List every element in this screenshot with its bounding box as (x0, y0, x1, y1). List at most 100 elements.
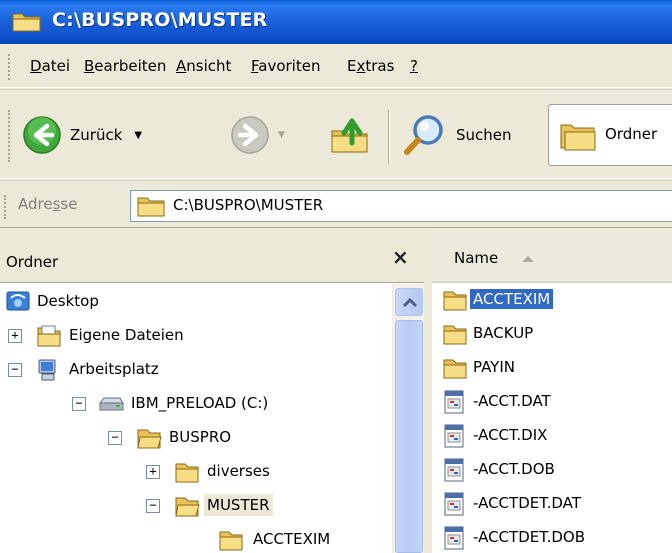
file-row-backup[interactable]: BACKUP (432, 317, 672, 351)
file-name: -ACCTDET.DOB (473, 528, 586, 546)
menu-bearbeiten[interactable]: Bearbeiten (84, 57, 166, 75)
desktop-icon (6, 291, 30, 311)
folder-up-icon (331, 118, 368, 153)
tree-label-selected: MUSTER (204, 494, 273, 516)
document-icon (444, 526, 464, 550)
menu-datei[interactable]: Datei (30, 57, 70, 75)
menu-ansicht[interactable]: Ansicht (176, 57, 231, 75)
file-name: -ACCT.DIX (473, 426, 548, 444)
document-icon (444, 458, 464, 482)
menu-help[interactable]: ? (410, 57, 418, 75)
drive-icon (98, 397, 124, 411)
tree-node-buspro[interactable]: − BUSPRO (0, 422, 390, 454)
sort-ascending-icon (522, 256, 534, 262)
chevron-up-icon (402, 297, 418, 308)
standard-toolbar: Zurück ▼ ▼ Suchen Ordner (0, 89, 672, 179)
folder-pane-title: Ordner (6, 253, 59, 271)
folder-icon (175, 463, 199, 483)
tree-label: IBM_PRELOAD (C:) (131, 394, 269, 412)
tree-label: Eigene Dateien (69, 326, 184, 344)
file-row-acctdet-dat[interactable]: -ACCTDET.DAT (432, 487, 672, 521)
close-icon[interactable]: × (392, 245, 409, 269)
folders-icon (560, 124, 596, 151)
file-name: -ACCTDET.DAT (473, 494, 581, 512)
tree-label: diverses (207, 462, 270, 480)
pane-splitter[interactable] (424, 229, 432, 553)
back-dropdown-icon[interactable]: ▼ (134, 130, 142, 141)
address-value: C:\BUSPRO\MUSTER (173, 196, 324, 214)
window-title: C:\BUSPRO\MUSTER (52, 9, 268, 31)
folder-icon (219, 531, 243, 551)
menubar-grip[interactable] (8, 54, 11, 80)
folders-label: Ordner (605, 125, 658, 143)
menu-bar: Datei Bearbeiten Ansicht Favoriten Extra… (0, 44, 672, 88)
menu-extras[interactable]: Extras (347, 57, 394, 75)
folder-open-icon (137, 429, 162, 449)
folder-icon (443, 291, 467, 311)
tree-node-diverses[interactable]: + diverses (0, 456, 390, 488)
file-row-acct-dix[interactable]: -ACCT.DIX (432, 419, 672, 453)
back-button[interactable]: Zurück ▼ (22, 114, 142, 156)
tree-label: ACCTEXIM (253, 530, 331, 548)
tree-node-desktop[interactable]: Desktop (0, 286, 390, 318)
scroll-thumb[interactable] (395, 320, 423, 553)
file-row-acct-dat[interactable]: -ACCT.DAT (432, 385, 672, 419)
folder-icon (12, 13, 41, 32)
tree-node-acctexim[interactable]: ACCTEXIM (0, 524, 390, 553)
folder-icon (443, 325, 467, 345)
file-row-acctdet-dob[interactable]: -ACCTDET.DOB (432, 521, 672, 553)
toolbar-separator (388, 110, 390, 164)
search-button[interactable]: Suchen (402, 112, 512, 158)
expander-minus[interactable]: − (8, 363, 22, 377)
expander-minus[interactable]: − (146, 499, 160, 513)
folders-button[interactable]: Ordner (548, 104, 672, 166)
forward-dropdown-icon[interactable]: ▼ (278, 130, 285, 140)
file-row-acct-dob[interactable]: -ACCT.DOB (432, 453, 672, 487)
tree-node-drive-c[interactable]: − IBM_PRELOAD (C:) (0, 388, 390, 420)
scroll-up-button[interactable] (395, 288, 423, 316)
my-computer-icon (38, 359, 56, 381)
search-label: Suchen (456, 126, 512, 144)
back-arrow-icon (23, 116, 61, 154)
back-label: Zurück (70, 126, 123, 144)
document-icon (444, 424, 464, 448)
folder-icon (443, 359, 467, 379)
tree-label: BUSPRO (169, 428, 232, 446)
expander-plus[interactable]: + (8, 329, 22, 343)
address-input[interactable]: C:\BUSPRO\MUSTER (130, 190, 672, 222)
forward-arrow-icon (231, 116, 269, 154)
file-name: -ACCT.DOB (473, 460, 555, 478)
folder-tree-pane: Ordner × Desktop + Eigene Dateien − Arbe… (0, 229, 424, 553)
file-name: BACKUP (473, 324, 534, 342)
address-bar: Adresse C:\BUSPRO\MUSTER (0, 180, 672, 228)
forward-button[interactable]: ▼ (230, 114, 285, 156)
title-bar[interactable]: C:\BUSPRO\MUSTER (0, 0, 672, 44)
address-label: Adresse (18, 195, 78, 213)
expander-minus[interactable]: − (108, 431, 122, 445)
tree-node-muster[interactable]: − MUSTER (0, 490, 390, 522)
document-icon (444, 390, 464, 414)
magnifier-icon (404, 115, 443, 155)
folder-pane-header: Ordner × (0, 229, 424, 283)
file-list-pane: Name ACCTEXIM BACKUP PAYIN -ACCT.DAT -AC… (432, 229, 672, 553)
file-row-acctexim[interactable]: ACCTEXIM (432, 283, 672, 317)
tree-node-my-documents[interactable]: + Eigene Dateien (0, 320, 390, 352)
up-folder-button[interactable] (328, 112, 372, 158)
tree-label: Desktop (37, 292, 99, 310)
my-documents-icon (37, 325, 61, 347)
tree-scrollbar[interactable] (392, 284, 424, 553)
file-row-payin[interactable]: PAYIN (432, 351, 672, 385)
tree-label: Arbeitsplatz (69, 360, 159, 378)
addressbar-grip[interactable] (4, 195, 7, 219)
expander-minus[interactable]: − (72, 397, 86, 411)
file-name: -ACCT.DAT (473, 392, 551, 410)
file-name: PAYIN (473, 358, 515, 376)
tree-node-my-computer[interactable]: − Arbeitsplatz (0, 354, 390, 386)
expander-plus[interactable]: + (146, 465, 160, 479)
toolbar-grip[interactable] (8, 110, 11, 162)
column-header-name[interactable]: Name (432, 229, 672, 283)
folder-icon (137, 197, 165, 217)
folder-open-icon (175, 497, 200, 517)
document-icon (444, 492, 464, 516)
menu-favoriten[interactable]: Favoriten (251, 57, 320, 75)
